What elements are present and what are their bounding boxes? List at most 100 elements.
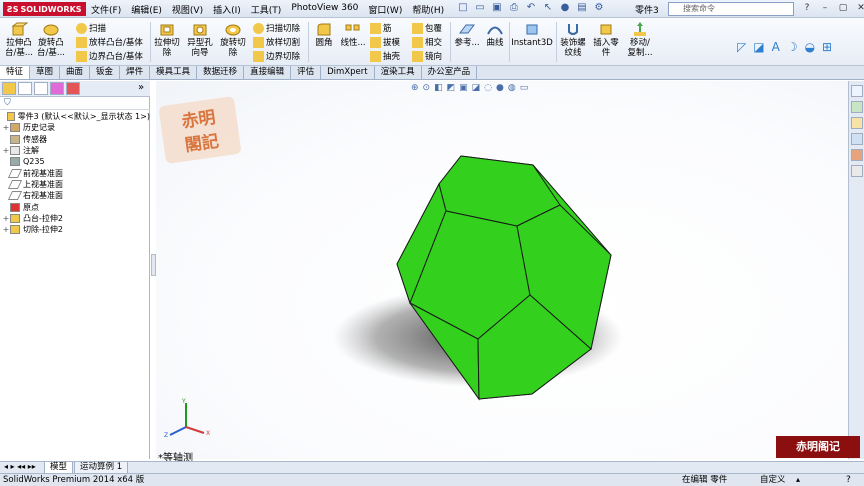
shading-icon[interactable]: ◒: [805, 40, 815, 54]
tab-0[interactable]: 特征: [0, 66, 31, 79]
linear-pattern-button[interactable]: 线性...: [338, 21, 368, 48]
save-icon[interactable]: ▣: [490, 1, 504, 15]
expand-toggle-icon[interactable]: +: [2, 225, 10, 234]
dimxpert-tab-icon[interactable]: [50, 82, 64, 95]
menu-edit[interactable]: 编辑(E): [126, 2, 167, 17]
expand-toggle-icon[interactable]: +: [2, 123, 10, 132]
tab-6[interactable]: 数据迁移: [197, 66, 245, 79]
select-icon[interactable]: ↖: [541, 1, 555, 15]
tree-item[interactable]: Q235: [2, 156, 150, 167]
menu-view[interactable]: 视图(V): [167, 2, 208, 17]
tab-11[interactable]: 办公室产品: [422, 66, 478, 79]
cosmetic-thread-button[interactable]: 装饰螺 纹线: [559, 21, 587, 58]
undo-icon[interactable]: ↶: [524, 1, 538, 15]
appearance-icon[interactable]: A: [772, 40, 780, 54]
print-icon[interactable]: ⎙: [507, 1, 521, 15]
help-status-icon[interactable]: ?: [846, 474, 851, 486]
units-dropdown-icon[interactable]: ▴: [796, 474, 800, 486]
help-icon[interactable]: ?: [800, 2, 814, 15]
configuration-tab-icon[interactable]: [34, 82, 48, 95]
design-library-icon[interactable]: [851, 101, 863, 113]
lofted-cut-button[interactable]: 放样切割: [253, 36, 300, 48]
file-properties-icon[interactable]: ▤: [575, 1, 589, 15]
reference-geometry-button[interactable]: 参考...: [453, 21, 481, 48]
close-icon[interactable]: ✕: [854, 2, 864, 15]
instant3d-button[interactable]: Instant3D: [511, 21, 553, 48]
minimize-icon[interactable]: –: [818, 2, 832, 15]
tree-filter-row[interactable]: ⛉: [0, 98, 150, 110]
tab-7[interactable]: 直接编辑: [244, 66, 292, 79]
draft-button[interactable]: 拔模: [370, 36, 400, 48]
revolve-boss-button[interactable]: 旋转凸 台/基...: [36, 21, 66, 58]
mirror-button[interactable]: 镜向: [412, 50, 442, 62]
tree-item[interactable]: + 凸台-拉伸2: [2, 213, 150, 224]
boundary-boss-button[interactable]: 边界凸台/基体: [76, 50, 143, 62]
hidden-lines-icon[interactable]: ◪: [753, 40, 764, 54]
tree-item[interactable]: 上视基准面: [2, 179, 150, 190]
restore-icon[interactable]: ▢: [836, 2, 850, 15]
fillet-button[interactable]: 圆角: [312, 21, 336, 48]
swept-cut-button[interactable]: 扫描切除: [253, 22, 300, 34]
wrap-icon: [412, 22, 423, 34]
extrude-boss-button[interactable]: 拉伸凸 台/基...: [4, 21, 34, 58]
appearances-icon[interactable]: [851, 149, 863, 161]
menu-window[interactable]: 窗口(W): [363, 2, 407, 17]
view-palette-icon[interactable]: [851, 133, 863, 145]
tree-item[interactable]: 零件3 (默认<<默认>_显示状态 1>): [2, 111, 150, 122]
expand-toggle-icon[interactable]: +: [2, 214, 10, 223]
display-settings-icon[interactable]: ⊞: [822, 40, 832, 54]
shell-button[interactable]: 抽壳: [370, 50, 400, 62]
tab-9[interactable]: DimXpert: [321, 66, 375, 79]
new-file-icon[interactable]: □: [456, 1, 470, 15]
feature-tree-tab-icon[interactable]: [2, 82, 16, 95]
tab-3[interactable]: 钣金: [90, 66, 121, 79]
status-units[interactable]: 自定义: [760, 474, 786, 486]
display-manager-tab-icon[interactable]: [66, 82, 80, 95]
rib-button[interactable]: 筋: [370, 22, 392, 34]
tab-1[interactable]: 草图: [30, 66, 61, 79]
tab-4[interactable]: 焊件: [120, 66, 151, 79]
property-manager-tab-icon[interactable]: [18, 82, 32, 95]
menu-photoview[interactable]: PhotoView 360: [286, 2, 363, 17]
insert-part-button[interactable]: 插入零 件: [591, 21, 621, 58]
open-file-icon[interactable]: ▭: [473, 1, 487, 15]
resources-icon[interactable]: [851, 85, 863, 97]
boundary-cut-button[interactable]: 边界切除: [253, 50, 300, 62]
menu-tools[interactable]: 工具(T): [246, 2, 287, 17]
tree-item[interactable]: + 切除-拉伸2: [2, 224, 150, 235]
tree-item[interactable]: 前视基准面: [2, 167, 150, 178]
sweep-button[interactable]: 扫描: [76, 22, 106, 34]
custom-properties-icon[interactable]: [851, 165, 863, 177]
view-orientation-icon[interactable]: ◸: [737, 40, 746, 54]
rebuild-icon[interactable]: ●: [558, 1, 572, 15]
tree-item[interactable]: + 历史记录: [2, 122, 150, 133]
expand-panel-icon[interactable]: »: [138, 82, 144, 93]
loft-boss-button[interactable]: 放样凸台/基体: [76, 36, 143, 48]
tab-8[interactable]: 评估: [291, 66, 322, 79]
expand-toggle-icon[interactable]: +: [2, 146, 10, 155]
revolve-cut-button[interactable]: 旋转切 除: [218, 21, 248, 58]
options-icon[interactable]: ⚙: [592, 1, 606, 15]
tab-5[interactable]: 模具工具: [150, 66, 198, 79]
menu-file[interactable]: 文件(F): [86, 2, 126, 17]
tree-item[interactable]: 原点: [2, 201, 150, 212]
menu-insert[interactable]: 插入(I): [208, 2, 246, 17]
hole-wizard-button[interactable]: 异型孔 向导: [185, 21, 215, 58]
tree-item[interactable]: + 注解: [2, 145, 150, 156]
intersect-button[interactable]: 相交: [412, 36, 442, 48]
solidworks-logo[interactable]: ƧS SOLIDWORKS: [3, 2, 86, 16]
tree-item[interactable]: 传感器: [2, 134, 150, 145]
command-search-input[interactable]: 搜索命令: [668, 2, 794, 16]
scene-icon[interactable]: ☽: [787, 40, 798, 54]
wrap-button[interactable]: 包覆: [412, 22, 442, 34]
tab-2[interactable]: 曲面: [60, 66, 91, 79]
file-explorer-icon[interactable]: [851, 117, 863, 129]
extrude-cut-button[interactable]: 拉伸切 除: [153, 21, 181, 58]
menu-help[interactable]: 帮助(H): [407, 2, 449, 17]
tab-scroll-icon[interactable]: ◂ ▸ ◂◂ ▸▸: [4, 462, 36, 471]
move-copy-button[interactable]: 移动/ 复制...: [625, 21, 655, 58]
tree-item[interactable]: 右视基准面: [2, 190, 150, 201]
graphics-viewport[interactable]: ⊕ ⊙ ◧ ◩ ▣ ◪ ◌ ● ◍ ▭ 赤明 閣記 Y X Z *等轴测: [156, 81, 848, 464]
tab-10[interactable]: 渲染工具: [375, 66, 422, 79]
curves-button[interactable]: 曲线: [484, 21, 506, 48]
